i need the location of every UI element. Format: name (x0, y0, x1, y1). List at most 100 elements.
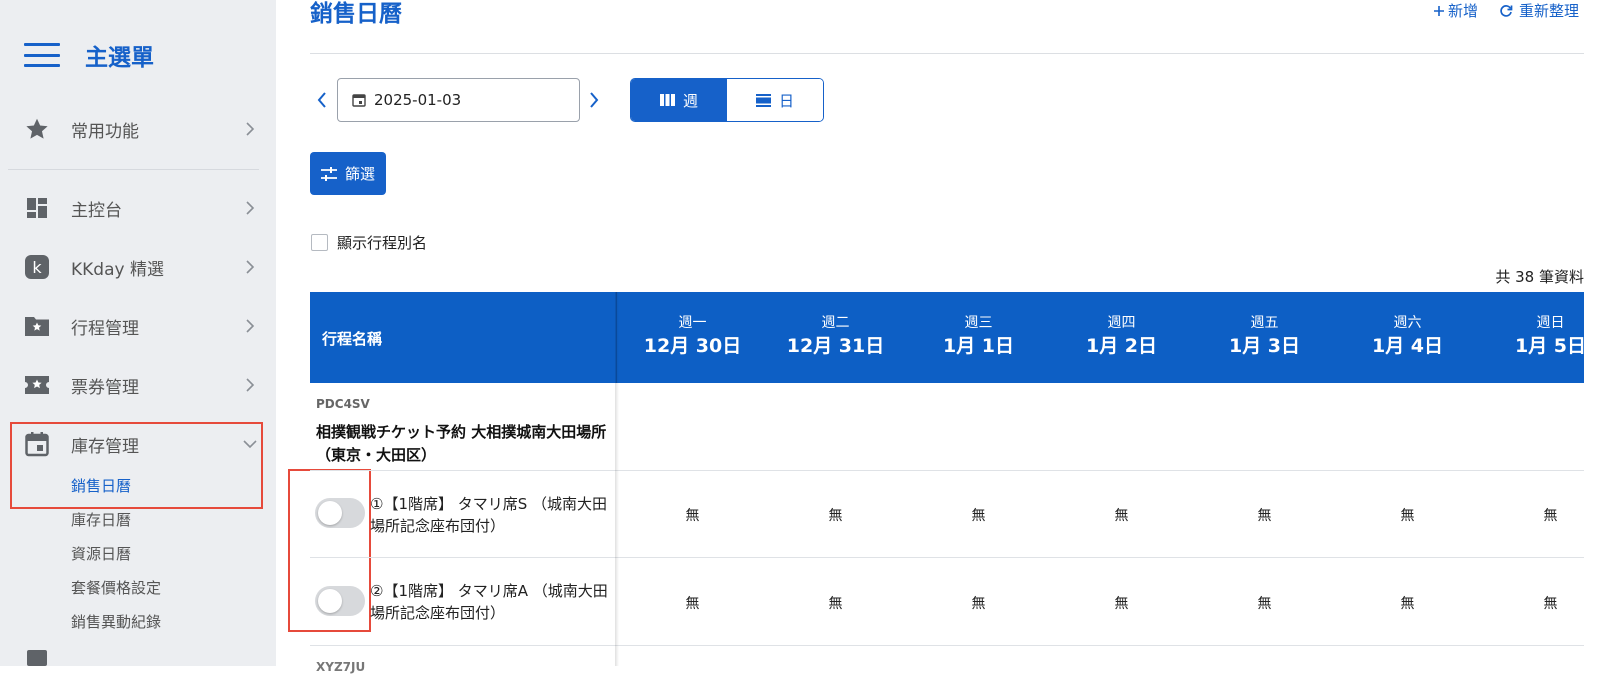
package-enable-toggle[interactable] (315, 586, 365, 616)
chevron-right-icon (243, 319, 257, 333)
availability-cell[interactable]: 無 (764, 593, 907, 613)
row-divider (310, 470, 1584, 471)
availability-cell[interactable]: 無 (1336, 593, 1479, 613)
sidebar-item-kkday[interactable]: k KKday 精選 (0, 247, 276, 287)
ticket-icon (24, 372, 50, 398)
weekday-label: 週三 (964, 315, 993, 331)
weekday-label: 週六 (1393, 315, 1422, 331)
sidebar-subitem-inventory-calendar[interactable]: 庫存日曆 (71, 509, 131, 530)
add-button[interactable]: 新增 (1433, 0, 1478, 21)
chevron-right-icon (590, 92, 599, 108)
sidebar-item-label: 常用功能 (71, 121, 139, 142)
next-date-button[interactable] (584, 90, 604, 110)
availability-cell[interactable]: 無 (621, 505, 764, 525)
show-alias-checkbox[interactable]: 顯示行程別名 (311, 232, 427, 253)
column-header-day: 週六 1月 4日 (1336, 314, 1479, 360)
sticky-column-shadow (615, 292, 619, 666)
hamburger-menu-icon[interactable] (24, 43, 60, 67)
day-view-label: 日 (778, 91, 794, 110)
date-label: 1月 3日 (1228, 335, 1301, 357)
sidebar-subitem-sales-change-log[interactable]: 銷售異動紀錄 (71, 611, 161, 632)
availability-cell[interactable]: 無 (907, 593, 1050, 613)
chevron-left-icon (317, 92, 326, 108)
sidebar-item-tickets[interactable]: 票券管理 (0, 365, 276, 405)
availability-cell[interactable]: 無 (1479, 593, 1584, 613)
availability-cell[interactable]: 無 (1479, 505, 1584, 525)
date-label: 12月 31日 (786, 335, 885, 357)
prev-date-button[interactable] (312, 90, 332, 110)
column-header-day: 週五 1月 3日 (1193, 314, 1336, 360)
column-header-day: 週三 1月 1日 (907, 314, 1050, 360)
sidebar-item-label: 主控台 (71, 200, 122, 221)
column-header-day: 週四 1月 2日 (1050, 314, 1193, 360)
product-code: PDC4SV (316, 397, 370, 411)
column-header-day: 週二 12月 31日 (764, 314, 907, 360)
date-label: 1月 5日 (1514, 335, 1584, 357)
row-divider (310, 557, 1584, 558)
week-view-button[interactable]: 週 (631, 79, 727, 121)
package-name: ②【1階席】 タマリ席A （城南大田場所記念座布団付） (370, 582, 608, 622)
package-enable-toggle[interactable] (315, 498, 365, 528)
availability-cell[interactable]: 無 (907, 505, 1050, 525)
availability-cell[interactable]: 無 (621, 593, 764, 613)
availability-cell[interactable]: 無 (1336, 505, 1479, 525)
filter-label: 篩選 (344, 165, 375, 183)
refresh-label: 重新整理 (1519, 2, 1580, 20)
column-header-day: 週一 12月 30日 (621, 314, 764, 360)
sidebar-item-itinerary[interactable]: 行程管理 (0, 306, 276, 346)
availability-cell[interactable]: 無 (1193, 593, 1336, 613)
sidebar-item-next[interactable] (0, 646, 276, 666)
show-alias-label: 顯示行程別名 (337, 234, 428, 252)
column-header-day: 週日 1月 5日 (1479, 314, 1584, 360)
chevron-right-icon (243, 260, 257, 274)
sidebar-title: 主選單 (85, 45, 154, 71)
sidebar-divider (8, 169, 259, 170)
next-product-code: XYZ7JU (316, 660, 366, 674)
table-header: 行程名稱 週一 12月 30日 週二 12月 31日 週三 1月 1日 週四 1月 2日… (310, 292, 1584, 383)
package-name: ①【1階席】 タマリ席S （城南大田場所記念座布団付） (370, 495, 608, 535)
date-label: 1月 4日 (1371, 335, 1444, 357)
checkbox-box[interactable] (311, 234, 328, 251)
add-label: 新增 (1448, 2, 1479, 20)
toggle-knob (318, 501, 342, 525)
date-label: 1月 2日 (1085, 335, 1158, 357)
week-view-label: 週 (682, 91, 698, 110)
kkday-logo-icon: k (24, 254, 50, 280)
chevron-right-icon (243, 378, 257, 392)
column-header-name: 行程名稱 (322, 330, 383, 348)
availability-cell[interactable]: 無 (1050, 593, 1193, 613)
date-picker-input[interactable]: 2025-01-03 (337, 78, 580, 122)
weekday-label: 週五 (1250, 315, 1279, 331)
availability-cell[interactable]: 無 (764, 505, 907, 525)
weekday-label: 週四 (1107, 315, 1136, 331)
sidebar-subitem-resource-calendar[interactable]: 資源日曆 (71, 543, 131, 564)
total-count: 共 38 筆資料 (1495, 268, 1584, 286)
product-name: 相撲観戦チケット予約 大相撲城南大田場所（東京・大田区） (316, 423, 607, 464)
sidebar-subitem-package-pricing[interactable]: 套餐價格設定 (71, 577, 161, 598)
weekday-label: 週二 (821, 315, 850, 331)
page-title: 銷售日曆 (310, 1, 402, 27)
svg-text:k: k (32, 258, 42, 277)
sidebar-item-label: 行程管理 (71, 318, 139, 339)
chevron-right-icon (243, 122, 257, 136)
sidebar-item-dashboard[interactable]: 主控台 (0, 188, 276, 228)
toggle-knob (318, 589, 342, 613)
filter-button[interactable]: 篩選 (310, 152, 386, 195)
availability-cell[interactable]: 無 (1193, 505, 1336, 525)
date-label: 12月 30日 (643, 335, 742, 357)
star-icon (24, 116, 50, 142)
row-divider (310, 645, 1584, 646)
week-columns-icon (659, 94, 675, 106)
refresh-button[interactable]: 重新整理 (1499, 0, 1579, 21)
sidebar-item-favorites[interactable]: 常用功能 (0, 109, 276, 149)
plus-icon (1434, 5, 1444, 16)
cell-value: 無 (1543, 508, 1558, 524)
availability-cell[interactable]: 無 (1050, 505, 1193, 525)
filter-sliders-icon (320, 166, 337, 181)
day-view-button[interactable]: 日 (727, 79, 823, 121)
menu-header (24, 40, 60, 70)
folder-star-icon (24, 313, 50, 339)
refresh-icon (1500, 4, 1513, 17)
sidebar-item-label: 票券管理 (71, 377, 139, 398)
weekday-label: 週日 (1536, 315, 1565, 331)
